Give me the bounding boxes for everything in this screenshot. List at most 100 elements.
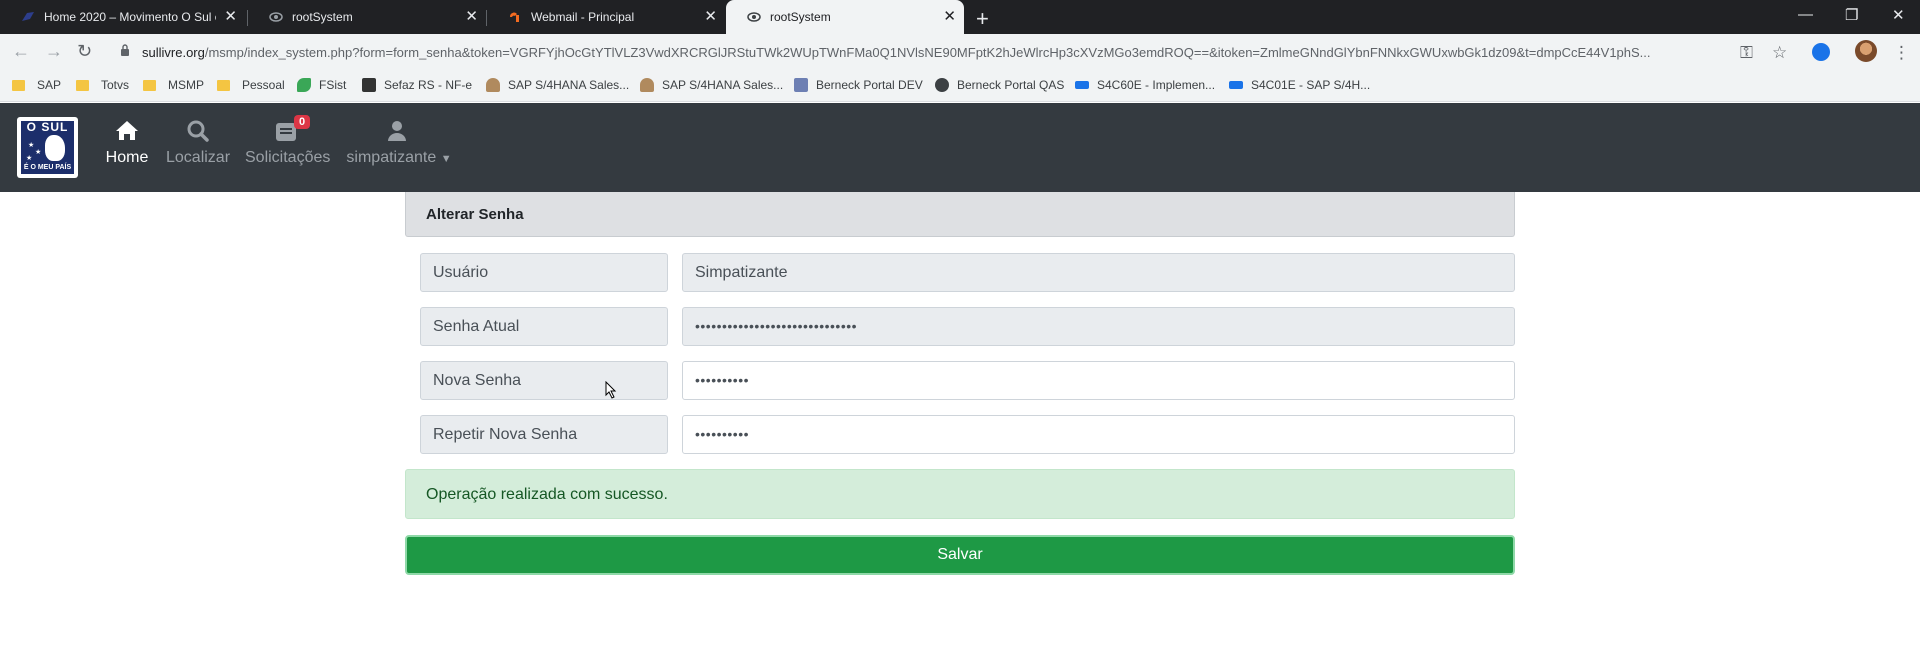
bookmark-s4c60e[interactable]: S4C60E - Implemen... (1075, 78, 1215, 92)
rootsystem-favicon-icon (747, 12, 761, 22)
close-window-icon[interactable]: ✕ (1892, 6, 1905, 24)
bookmark-label: MSMP (168, 78, 204, 92)
bookmark-s4c01e[interactable]: S4C01E - SAP S/4H... (1229, 78, 1370, 92)
star-icon: ★ (26, 155, 33, 162)
portal-icon (794, 78, 808, 92)
bookmark-sap-s4hana-2[interactable]: SAP S/4HANA Sales... (640, 78, 783, 92)
search-icon (187, 120, 209, 142)
tab-title: rootSystem (292, 10, 353, 24)
url-text: sullivre.org/msmp/index_system.php?form=… (142, 45, 1742, 60)
nav-user-dropdown[interactable]: simpatizante ▼ (344, 117, 454, 167)
bookmark-fsist[interactable]: FSist (297, 78, 346, 92)
tab-home-2020[interactable]: Home 2020 – Movimento O Sul é ✕ (0, 0, 245, 34)
nav-label: simpatizante (346, 149, 437, 166)
person-icon (486, 78, 500, 92)
close-tab-icon[interactable]: ✕ (465, 9, 478, 25)
bookmark-label: Berneck Portal QAS (957, 78, 1065, 92)
sefaz-icon (362, 78, 376, 92)
senha-atual-field[interactable]: •••••••••••••••••••••••••••••• (682, 307, 1515, 346)
logo-bottom-text: É O MEU PAÍS (23, 164, 72, 171)
nav-localizar[interactable]: Localizar (166, 117, 230, 167)
tab-rootsystem-active[interactable]: rootSystem ✕ (726, 0, 964, 34)
bookmark-star-icon[interactable]: ☆ (1772, 43, 1787, 63)
globe-icon (935, 78, 949, 92)
nav-label: Home (105, 149, 149, 166)
back-icon[interactable]: ← (12, 41, 30, 62)
tab-title: Home 2020 – Movimento O Sul é (44, 10, 216, 24)
fsist-icon (297, 78, 311, 92)
bookmark-berneck-qas[interactable]: Berneck Portal QAS (935, 78, 1064, 92)
app-navbar: O SUL ★ ★ ★ É O MEU PAÍS Home Localizar … (0, 103, 1920, 192)
notification-badge: 0 (294, 115, 311, 129)
lock-icon (121, 44, 129, 56)
bookmark-label: SAP (37, 78, 62, 92)
nav-label: Localizar (166, 149, 231, 166)
menu-kebab-icon[interactable]: ⋮ (1893, 43, 1910, 63)
repetir-nova-senha-field[interactable]: •••••••••• (682, 415, 1515, 454)
bookmark-label: SAP S/4HANA Sales... (508, 78, 630, 92)
close-tab-icon[interactable]: ✕ (224, 9, 237, 25)
address-bar[interactable]: sullivre.org/msmp/index_system.php?form=… (108, 37, 1744, 67)
rootsystem-favicon-icon (269, 12, 283, 22)
url-path: /msmp/index_system.php?form=form_senha&t… (204, 45, 1651, 60)
bookmark-pessoal[interactable]: Pessoal (217, 78, 285, 92)
bookmark-label: S4C60E - Implemen... (1097, 78, 1216, 92)
sap-logo-icon (1229, 81, 1243, 89)
bookmark-label: FSist (319, 78, 347, 92)
movimento-favicon-icon (22, 12, 34, 21)
form-title: Alterar Senha (426, 206, 524, 223)
sap-logo-icon (1075, 81, 1089, 89)
success-alert: Operação realizada com sucesso. (405, 469, 1515, 519)
key-icon[interactable]: ⚿ (1740, 43, 1753, 63)
nova-senha-field[interactable]: •••••••••• (682, 361, 1515, 400)
bookmark-sap-s4hana-1[interactable]: SAP S/4HANA Sales... (486, 78, 629, 92)
browser-toolbar: ← → ↻ sullivre.org/msmp/index_system.php… (0, 34, 1920, 70)
close-tab-icon[interactable]: ✕ (943, 9, 956, 25)
profile-avatar[interactable] (1855, 40, 1877, 62)
new-tab-icon[interactable]: + (976, 6, 989, 32)
tab-webmail[interactable]: Webmail - Principal ✕ (487, 0, 725, 34)
senha-atual-label: Senha Atual (420, 307, 668, 346)
usuario-field[interactable]: Simpatizante (682, 253, 1515, 292)
close-tab-icon[interactable]: ✕ (704, 9, 717, 25)
bookmark-label: Totvs (101, 78, 130, 92)
bookmark-sap[interactable]: SAP (12, 78, 61, 92)
forward-icon[interactable]: → (45, 41, 63, 62)
tab-title: rootSystem (770, 10, 831, 24)
nova-senha-label: Nova Senha (420, 361, 668, 400)
bookmark-label: S4C01E - SAP S/4H... (1251, 78, 1371, 92)
nav-user-label-wrap: simpatizante ▼ (344, 149, 454, 167)
nav-label: Solicitações (245, 149, 331, 166)
folder-icon (143, 79, 156, 91)
bookmark-berneck-dev[interactable]: Berneck Portal DEV (794, 78, 923, 92)
folder-icon (76, 79, 89, 91)
repetir-nova-senha-label: Repetir Nova Senha (420, 415, 668, 454)
nav-home[interactable]: Home (105, 117, 149, 167)
bookmark-label: SAP S/4HANA Sales... (662, 78, 784, 92)
usuario-label: Usuário (420, 253, 668, 292)
nav-solicitacoes[interactable]: 0 Solicitações (245, 115, 331, 167)
restore-icon[interactable]: ❐ (1845, 6, 1858, 24)
caret-down-icon: ▼ (440, 153, 452, 165)
url-host: sullivre.org (142, 45, 205, 60)
tab-title: Webmail - Principal (531, 10, 635, 24)
bookmark-label: Pessoal (242, 78, 285, 92)
save-button[interactable]: Salvar (405, 535, 1515, 575)
person-icon (640, 78, 654, 92)
o-sul-logo[interactable]: O SUL ★ ★ ★ É O MEU PAÍS (17, 117, 78, 178)
bookmark-totvs[interactable]: Totvs (76, 78, 129, 92)
bookmark-msmp[interactable]: MSMP (143, 78, 204, 92)
extension-icon[interactable] (1812, 43, 1830, 61)
cpanel-favicon-icon (509, 12, 519, 22)
tab-rootsystem-1[interactable]: rootSystem ✕ (248, 0, 486, 34)
star-icon: ★ (28, 142, 35, 149)
user-icon (388, 121, 406, 141)
bookmarks-bar: SAP Totvs MSMP Pessoal FSist Sefaz RS - … (0, 70, 1920, 102)
folder-icon (217, 79, 230, 91)
star-icon: ★ (35, 149, 42, 156)
browser-tab-strip: Home 2020 – Movimento O Sul é ✕ rootSyst… (0, 0, 1920, 34)
bookmark-sefaz[interactable]: Sefaz RS - NF-e (362, 78, 472, 92)
inbox-icon (276, 123, 296, 141)
minimize-icon[interactable]: — (1798, 6, 1813, 23)
reload-icon[interactable]: ↻ (77, 41, 92, 62)
